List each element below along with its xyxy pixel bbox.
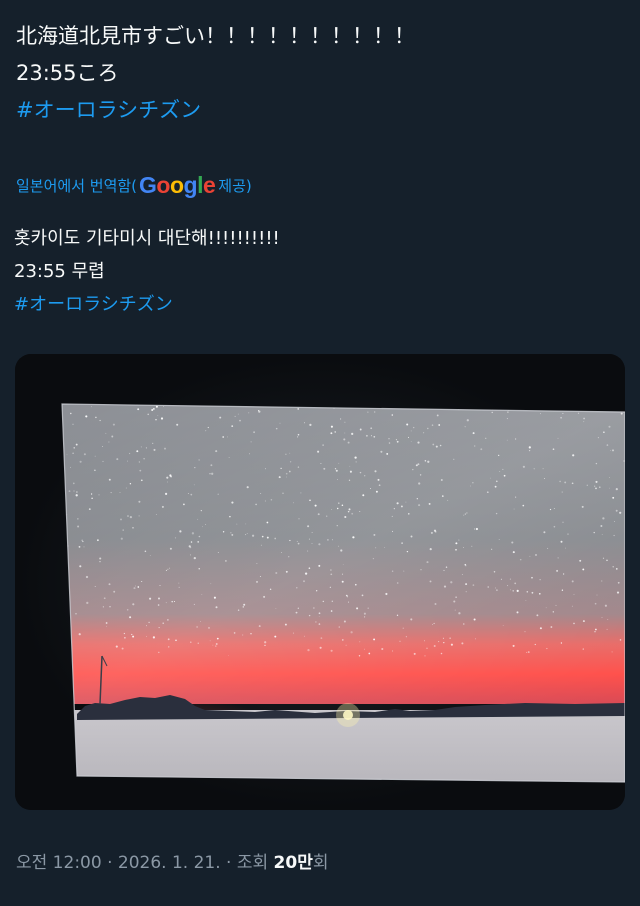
google-letter-g2: g (183, 171, 198, 198)
meta-separator-1: · (101, 853, 118, 873)
google-letter-o1: o (156, 171, 170, 198)
google-logo: G o o g l e (139, 171, 216, 199)
tweet-line-1: 北海道北見市すごい！！！！！！！！！！ (16, 24, 415, 48)
hashtag-link[interactable]: #オーロラシチズン (16, 92, 415, 129)
tweet-line-2: 23:55ころ (16, 61, 119, 85)
meta-separator-2: · (220, 853, 237, 873)
tweet-translated-text: 홋카이도 기타미시 대단해!!!!!!!!!! 23:55 무렵 #オーロラシチ… (14, 222, 280, 321)
translation-attribution[interactable]: 일본어에서 번역함( G o o g l e 제공) (16, 170, 252, 200)
translated-line-1: 홋카이도 기타미시 대단해!!!!!!!!!! (14, 228, 280, 249)
tweet: 北海道北見市すごい！！！！！！！！！！ 23:55ころ #オーロラシチズン 일본… (0, 0, 640, 906)
views-count: 20만 (273, 853, 313, 873)
views-label: 조회 (236, 853, 269, 873)
google-letter-g: G (139, 171, 157, 198)
tweet-date[interactable]: 2026. 1. 21. (118, 853, 221, 873)
google-letter-e: e (203, 171, 216, 198)
translation-label-prefix: 일본어에서 번역함( (16, 176, 138, 195)
tweet-time[interactable]: 오전 12:00 (16, 853, 102, 873)
translation-label-suffix: 제공) (218, 176, 252, 195)
aurora-photo (61, 403, 625, 783)
tweet-media-image[interactable] (15, 354, 625, 810)
views-suffix: 회 (312, 853, 329, 873)
translated-hashtag-link[interactable]: #オーロラシチズン (14, 288, 280, 321)
tweet-metadata: 오전 12:00 · 2026. 1. 21. · 조회 20만회 (16, 848, 329, 873)
translated-line-2: 23:55 무렵 (14, 261, 105, 282)
google-letter-o2: o (169, 171, 184, 198)
tweet-original-text: 北海道北見市すごい！！！！！！！！！！ 23:55ころ #オーロラシチズン (16, 18, 415, 129)
